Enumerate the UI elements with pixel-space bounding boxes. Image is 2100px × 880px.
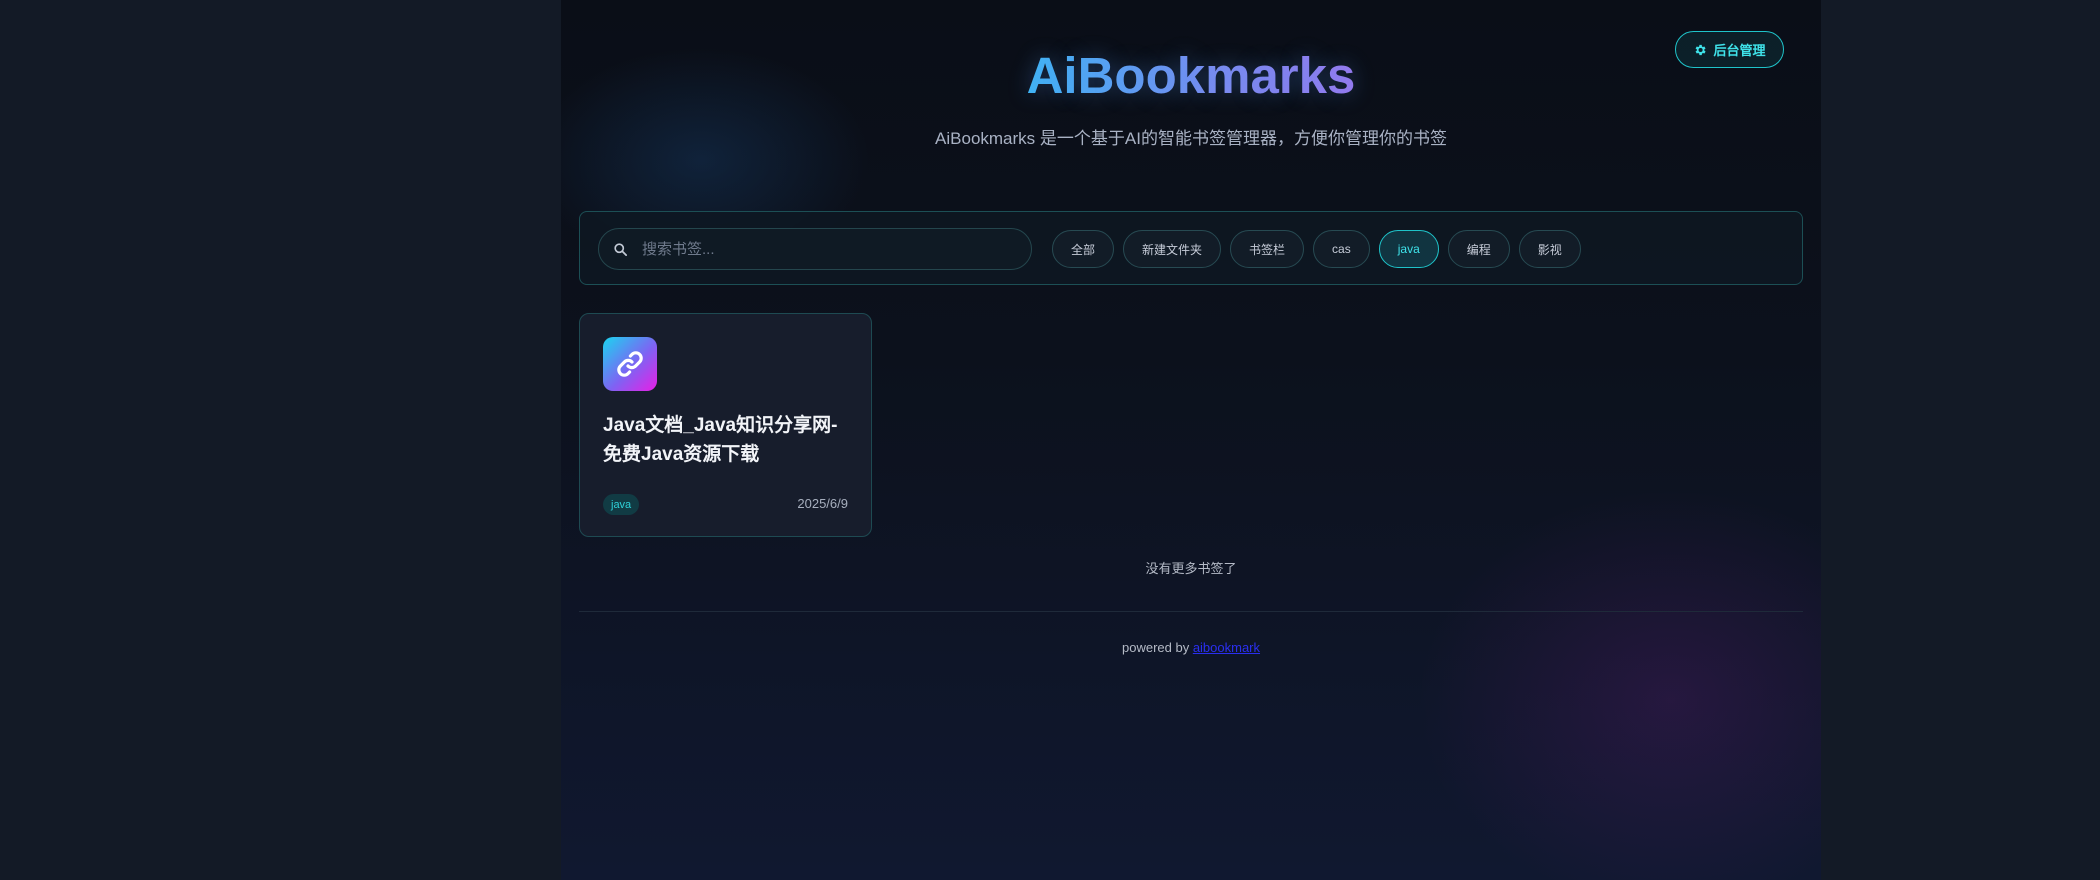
page-container: 后台管理 AiBookmarks AiBookmarks 是一个基于AI的智能书… <box>561 0 1821 880</box>
footer-prefix: powered by <box>1121 640 1193 655</box>
app-title-text: AiBookmarks <box>1026 47 1356 104</box>
footer-link[interactable]: aibookmark <box>1193 640 1260 655</box>
category-chip-java[interactable]: java <box>1378 230 1439 268</box>
bookmark-card[interactable]: Java文档_Java知识分享网-免费Java资源下载 java 2025/6/… <box>579 313 872 537</box>
category-chip-programming[interactable]: 编程 <box>1447 230 1510 268</box>
search-input[interactable] <box>640 239 1004 259</box>
no-more-text: 没有更多书签了 <box>1145 561 1237 576</box>
bookmark-title: Java文档_Java知识分享网-免费Java资源下载 <box>603 415 838 465</box>
category-chip-new-folder[interactable]: 新建文件夹 <box>1123 230 1222 268</box>
bookmark-tag: java <box>603 494 640 515</box>
bookmark-date: 2025/6/9 <box>797 496 848 511</box>
link-icon <box>617 351 643 377</box>
app-subtitle: AiBookmarks 是一个基于AI的智能书签管理器，方便你管理你的书签 <box>935 129 1447 148</box>
filter-toolbar: 全部 新建文件夹 书签栏 cas java 编程 影视 <box>579 211 1803 285</box>
search-icon <box>614 242 627 256</box>
app-title: AiBookmarks <box>561 44 1821 108</box>
category-chip-all[interactable]: 全部 <box>1052 230 1115 268</box>
bookmark-icon-tile <box>603 337 657 391</box>
category-chip-movies[interactable]: 影视 <box>1518 230 1581 268</box>
footer-divider <box>579 611 1803 612</box>
search-box[interactable] <box>598 228 1032 270</box>
footer: powered by aibookmark <box>561 640 1821 655</box>
category-chips: 全部 新建文件夹 书签栏 cas java 编程 影视 <box>1052 230 1581 268</box>
category-chip-cas[interactable]: cas <box>1313 230 1370 268</box>
category-chip-bookmarks-bar[interactable]: 书签栏 <box>1230 230 1305 268</box>
